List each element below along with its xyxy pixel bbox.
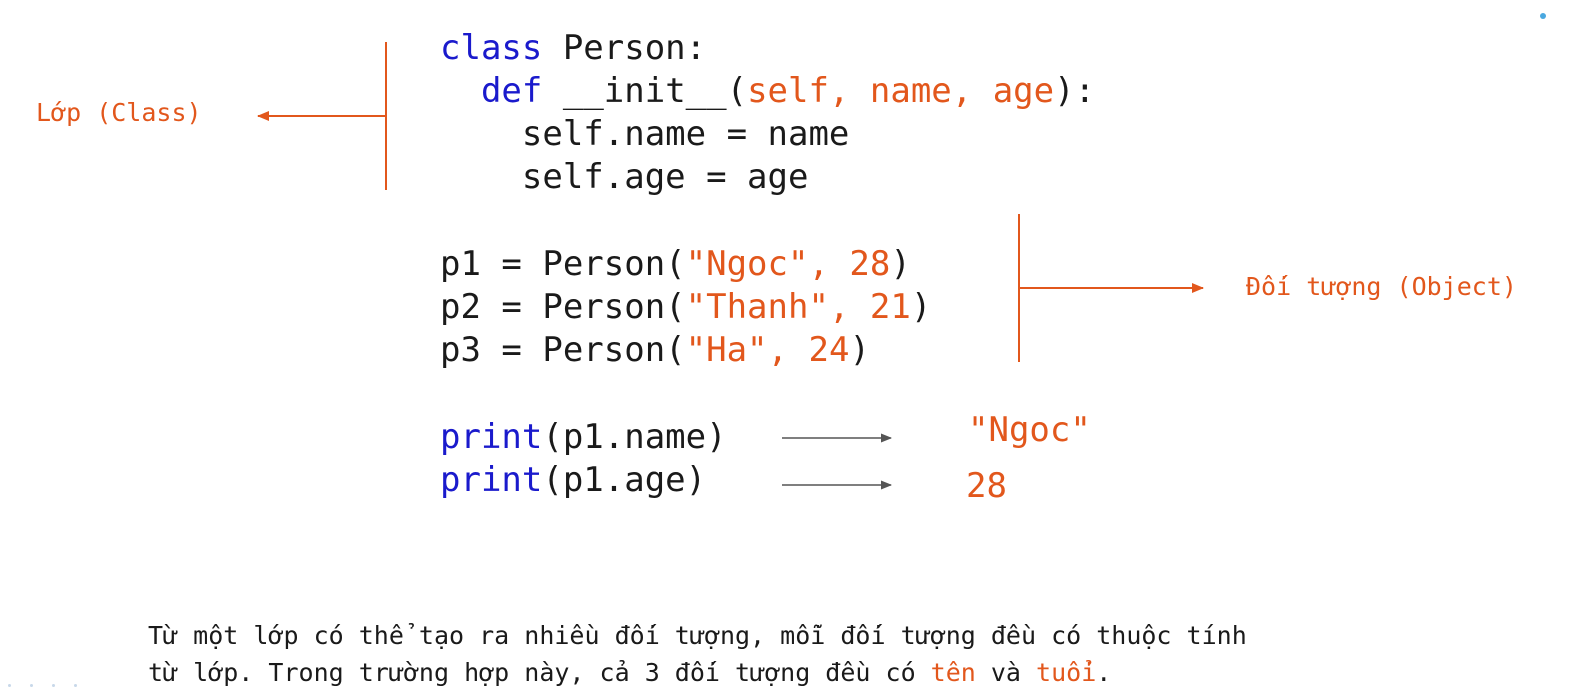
caption-text: . bbox=[1096, 658, 1112, 687]
decorative-dot bbox=[74, 684, 77, 687]
decorative-dot bbox=[52, 684, 55, 687]
caption-line-1: Từ một lớp có thể tạo ra nhiều đối tượng… bbox=[148, 621, 1247, 650]
caption-text: và bbox=[975, 658, 1037, 687]
highlight-name: tên bbox=[930, 658, 976, 687]
decorative-dot bbox=[1540, 13, 1546, 19]
decorative-dot bbox=[30, 684, 33, 687]
decorative-dot bbox=[8, 684, 11, 687]
caption-text: từ lớp. Trong trường hợp này, cả 3 đối t… bbox=[148, 658, 931, 687]
connector-layer bbox=[257, 42, 1204, 490]
caption-line-2: từ lớp. Trong trường hợp này, cả 3 đối t… bbox=[148, 655, 1111, 691]
highlight-age: tuổi bbox=[1036, 658, 1097, 687]
